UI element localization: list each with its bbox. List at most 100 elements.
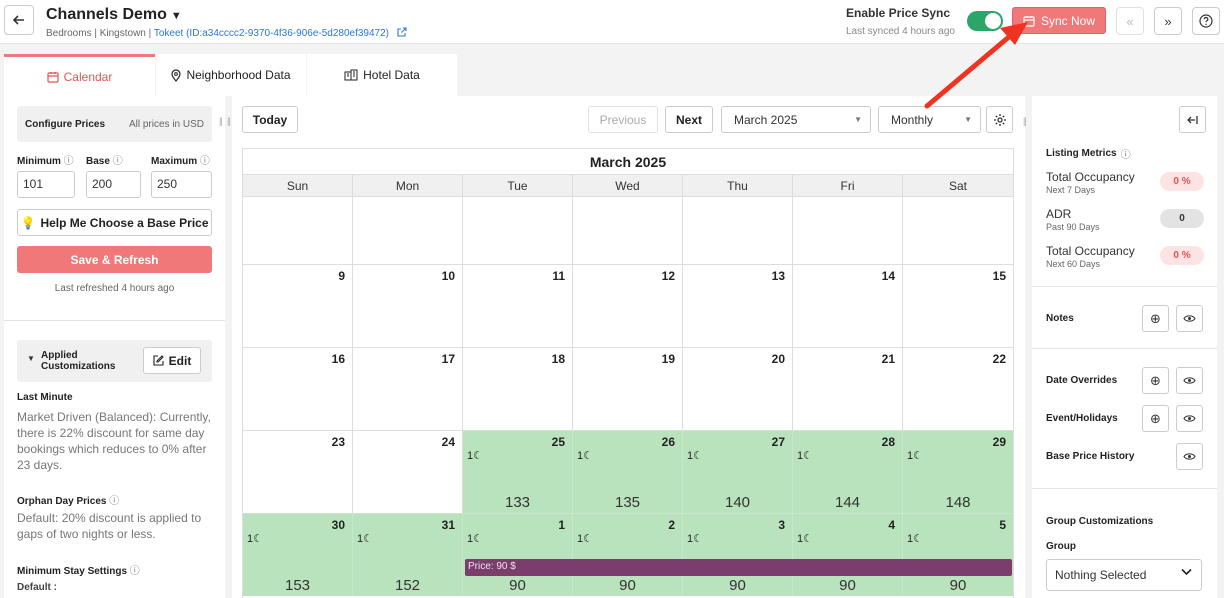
- collapse-left-button[interactable]: «: [1116, 7, 1144, 35]
- calendar-day-cell[interactable]: 26 1☾ 135: [573, 430, 683, 513]
- day-number: 21: [881, 352, 895, 366]
- back-button[interactable]: [4, 5, 34, 35]
- calendar-day-cell[interactable]: 30 1☾ 153: [243, 513, 353, 596]
- price-bar[interactable]: Price: 90 $: [465, 559, 1012, 576]
- calendar-day-cell[interactable]: 17: [353, 347, 463, 430]
- calendar-icon: [1023, 15, 1035, 27]
- info-icon[interactable]: ⓘ: [109, 496, 119, 507]
- next-button[interactable]: Next: [665, 106, 713, 133]
- expand-right-button[interactable]: »: [1154, 7, 1182, 35]
- eye-icon: [1183, 377, 1196, 384]
- help-choose-base-price-button[interactable]: 💡 Help Me Choose a Base Price: [17, 209, 212, 236]
- calendar-day-cell[interactable]: 20: [683, 347, 793, 430]
- calendar-day-cell[interactable]: 16: [243, 347, 353, 430]
- base-price-input[interactable]: 200: [86, 171, 141, 198]
- sync-now-button[interactable]: Sync Now: [1012, 7, 1106, 34]
- month-calendar: March 2025 Sun Mon Tue Wed Thu Fri Sat 9 10 11 12…: [242, 148, 1014, 598]
- day-price: 90: [509, 577, 526, 594]
- day-number: 20: [771, 352, 785, 366]
- weekday-label: Fri: [793, 175, 903, 196]
- today-button[interactable]: Today: [242, 106, 298, 133]
- listing-title[interactable]: Channels Demo ▼: [46, 6, 182, 24]
- calendar-day-cell[interactable]: [353, 196, 463, 264]
- calendar-day-cell[interactable]: 24: [353, 430, 463, 513]
- calendar-day-cell[interactable]: [573, 196, 683, 264]
- calendar-day-cell[interactable]: 23: [243, 430, 353, 513]
- drag-handle-icon[interactable]: ||: [1023, 116, 1027, 126]
- calendar-day-cell[interactable]: [243, 196, 353, 264]
- calendar-day-cell[interactable]: [793, 196, 903, 264]
- min-stay-nights: 1☾: [687, 450, 703, 462]
- view-select[interactable]: Monthly ▼: [878, 106, 981, 133]
- add-event-button[interactable]: ⊕: [1142, 405, 1169, 432]
- toggle-knob: [985, 13, 1001, 29]
- view-events-button[interactable]: [1176, 405, 1203, 432]
- calendar-day-cell[interactable]: 4 1☾ 90: [793, 513, 903, 596]
- calendar-day-cell[interactable]: 12: [573, 264, 683, 347]
- listing-metrics-title-text: Listing Metrics: [1046, 148, 1117, 159]
- collapse-panel-button[interactable]: [1179, 106, 1206, 133]
- day-price: 90: [729, 577, 746, 594]
- calendar-day-cell[interactable]: 22: [903, 347, 1013, 430]
- calendar-day-cell[interactable]: 27 1☾ 140: [683, 430, 793, 513]
- calendar-day-cell[interactable]: 19: [573, 347, 683, 430]
- tab-calendar[interactable]: Calendar: [4, 54, 155, 96]
- tab-neighborhood-data[interactable]: Neighborhood Data: [156, 54, 306, 96]
- calendar-day-cell[interactable]: 15: [903, 264, 1013, 347]
- calendar-day-cell[interactable]: 18: [463, 347, 573, 430]
- calendar-day-cell[interactable]: 3 1☾ 90: [683, 513, 793, 596]
- calendar-day-cell[interactable]: 5 1☾ 90: [903, 513, 1013, 596]
- calendar-day-cell[interactable]: 25 1☾ 133: [463, 430, 573, 513]
- map-pin-icon: [171, 68, 182, 82]
- help-button[interactable]: [1192, 7, 1220, 35]
- calendar-day-cell[interactable]: [903, 196, 1013, 264]
- eye-icon: [1183, 415, 1196, 422]
- view-notes-button[interactable]: [1176, 305, 1203, 332]
- calendar-day-cell[interactable]: 28 1☾ 144: [793, 430, 903, 513]
- previous-button[interactable]: Previous: [588, 106, 658, 133]
- left-splitter[interactable]: [225, 96, 232, 598]
- maximum-price-input[interactable]: 250: [151, 171, 212, 198]
- info-icon[interactable]: ⓘ: [130, 566, 140, 577]
- calendar-day-cell[interactable]: [463, 196, 573, 264]
- add-note-button[interactable]: ⊕: [1142, 305, 1169, 332]
- calendar-day-cell[interactable]: 21: [793, 347, 903, 430]
- add-date-override-button[interactable]: ⊕: [1142, 367, 1169, 394]
- calendar-day-cell[interactable]: 1 1☾ 90: [463, 513, 573, 596]
- calendar-day-cell[interactable]: 31 1☾ 152: [353, 513, 463, 596]
- calendar-day-cell[interactable]: 14: [793, 264, 903, 347]
- view-date-overrides-button[interactable]: [1176, 367, 1203, 394]
- help-choose-label: Help Me Choose a Base Price: [40, 215, 209, 230]
- weekday-label: Tue: [463, 175, 573, 196]
- info-icon[interactable]: ⓘ: [113, 156, 123, 167]
- external-link-icon[interactable]: [397, 27, 407, 37]
- day-number: 12: [661, 269, 675, 283]
- calendar-day-cell[interactable]: 2 1☾ 90: [573, 513, 683, 596]
- price-sync-toggle[interactable]: [967, 11, 1003, 31]
- calendar-day-cell[interactable]: 29 1☾ 148: [903, 430, 1013, 513]
- month-select[interactable]: March 2025 ▼: [721, 106, 871, 133]
- calendar-day-cell[interactable]: 11: [463, 264, 573, 347]
- channel-link[interactable]: Tokeet (ID:a34cccc2-9370-4f36-906e-5d280…: [154, 28, 389, 39]
- info-icon[interactable]: ⓘ: [1121, 146, 1131, 161]
- calendar-day-cell[interactable]: 9: [243, 264, 353, 347]
- info-icon[interactable]: ⓘ: [64, 156, 74, 167]
- day-price: 135: [614, 494, 641, 511]
- drag-handle-icon[interactable]: ||: [219, 116, 223, 126]
- view-base-price-history-button[interactable]: [1176, 443, 1203, 470]
- tab-hotel-data[interactable]: Hotel Data: [307, 54, 457, 96]
- minimum-price-input[interactable]: 101: [17, 171, 75, 198]
- metric-sub: Next 60 Days: [1046, 259, 1101, 269]
- info-icon[interactable]: ⓘ: [200, 156, 210, 167]
- calendar-day-cell[interactable]: [683, 196, 793, 264]
- day-number: 17: [441, 352, 455, 366]
- edit-customizations-button[interactable]: Edit: [143, 347, 201, 374]
- drag-handle-icon[interactable]: ||: [227, 116, 231, 126]
- save-refresh-button[interactable]: Save & Refresh: [17, 246, 212, 273]
- calendar-day-cell[interactable]: 10: [353, 264, 463, 347]
- calendar-day-cell[interactable]: 13: [683, 264, 793, 347]
- group-select[interactable]: Nothing Selected: [1046, 559, 1202, 591]
- applied-customizations-header[interactable]: ▼ Applied Customizations Edit: [17, 340, 212, 382]
- divider: [1032, 488, 1217, 489]
- calendar-settings-button[interactable]: [986, 106, 1013, 133]
